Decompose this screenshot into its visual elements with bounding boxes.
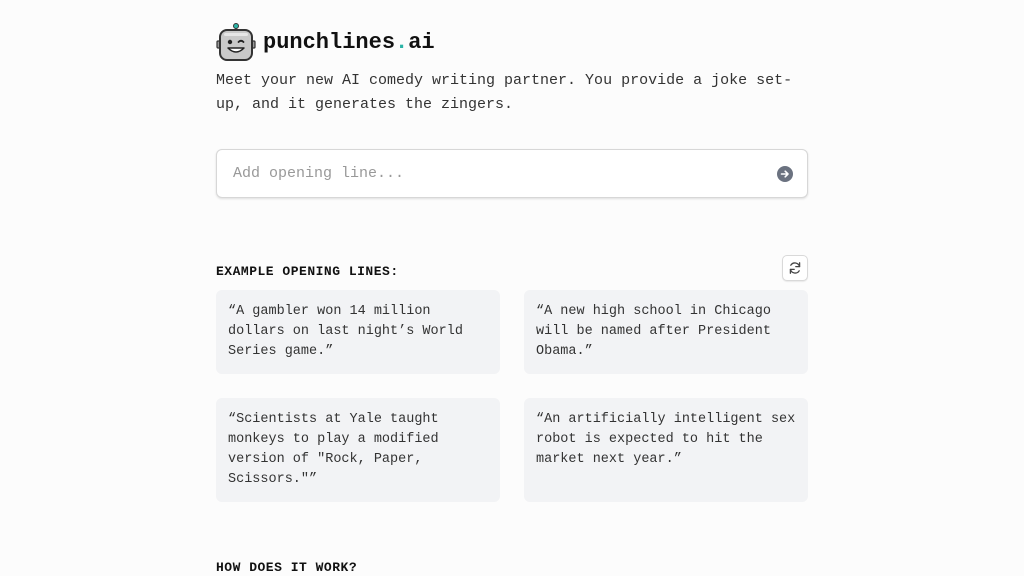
- how-it-works-title: HOW DOES IT WORK?: [216, 560, 358, 575]
- examples-title: EXAMPLE OPENING LINES:: [216, 264, 399, 279]
- refresh-icon: [789, 262, 801, 274]
- tagline: Meet your new AI comedy writing partner.…: [216, 72, 793, 113]
- submit-button[interactable]: [777, 166, 793, 182]
- opening-line-input[interactable]: [233, 150, 753, 197]
- robot-face-icon: [216, 23, 256, 61]
- example-card[interactable]: “A new high school in Chicago will be na…: [524, 290, 808, 374]
- example-card[interactable]: “Scientists at Yale taught monkeys to pl…: [216, 398, 500, 502]
- example-card[interactable]: “An artificially intelligent sex robot i…: [524, 398, 808, 502]
- brand-name[interactable]: punchlines.ai: [263, 30, 435, 55]
- brand-name-dot: .: [395, 29, 409, 55]
- brand-header: punchlines.ai: [216, 22, 808, 62]
- opening-line-input-box: [216, 149, 808, 198]
- example-card[interactable]: “A gambler won 14 million dollars on las…: [216, 290, 500, 374]
- examples-header: EXAMPLE OPENING LINES:: [216, 254, 808, 282]
- main-container: punchlines.ai Meet your new AI comedy wr…: [216, 22, 808, 575]
- refresh-button[interactable]: [782, 255, 808, 281]
- brand-name-tld: ai: [408, 29, 435, 55]
- arrow-right-icon: [780, 170, 789, 178]
- page: punchlines.ai Meet your new AI comedy wr…: [0, 0, 1024, 576]
- brand-name-main: punchlines: [263, 29, 396, 55]
